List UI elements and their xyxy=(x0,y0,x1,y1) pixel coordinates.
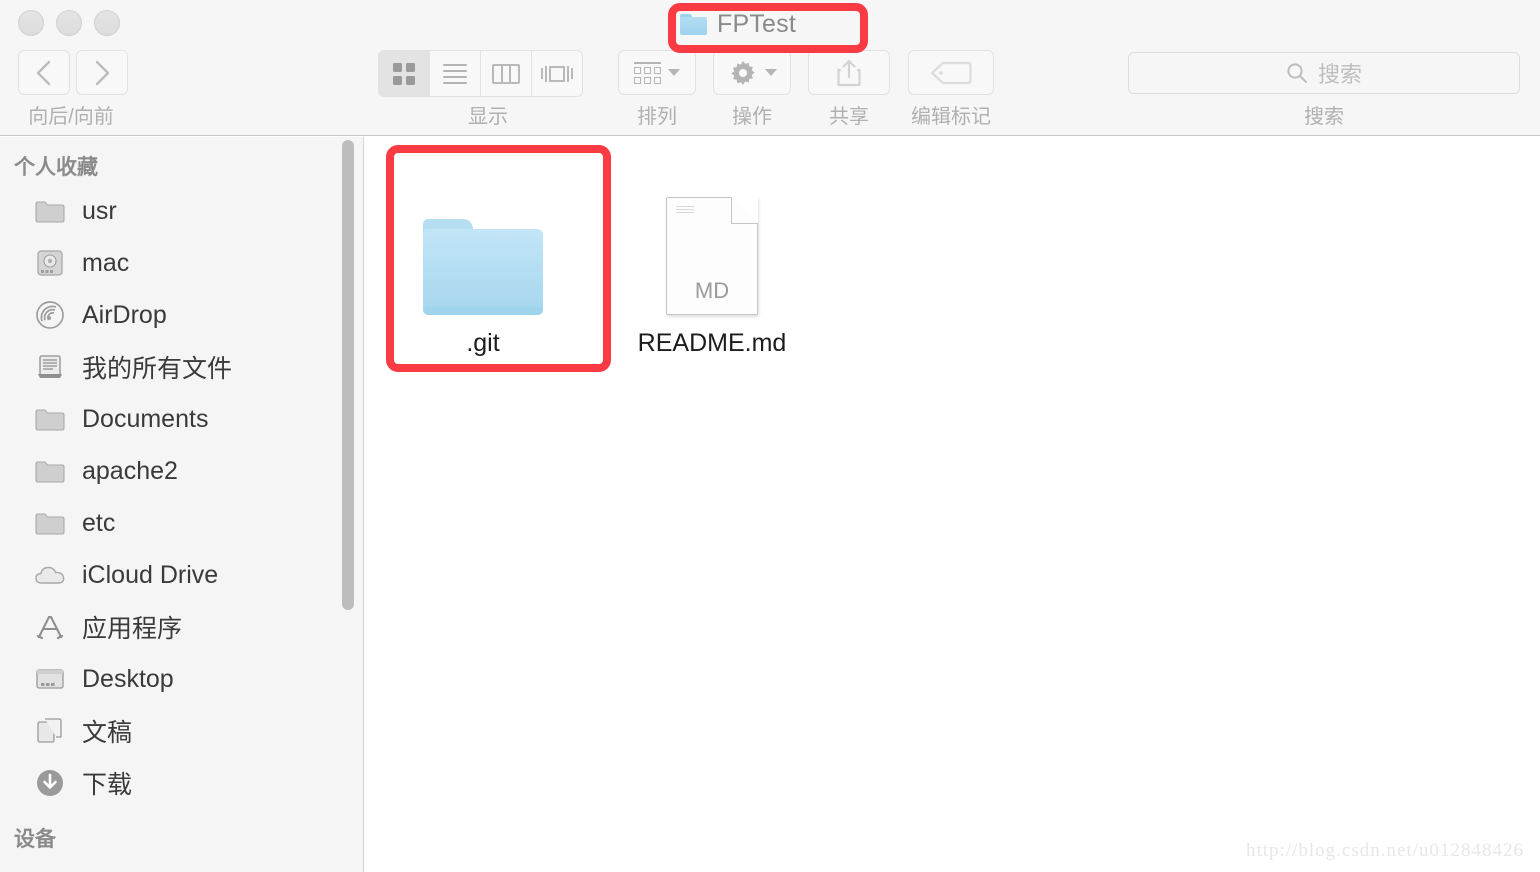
folder-icon xyxy=(34,508,66,538)
document-icon: MD xyxy=(666,197,758,315)
sidebar-item-mac[interactable]: mac xyxy=(0,237,363,289)
icon-view-button[interactable] xyxy=(379,51,430,96)
back-button[interactable] xyxy=(18,50,70,95)
search-placeholder: 搜索 xyxy=(1317,62,1362,87)
chevron-left-icon xyxy=(36,60,51,85)
arrange-caption: 排列 xyxy=(637,106,677,128)
cloud-icon xyxy=(34,560,66,590)
columns-icon xyxy=(492,63,520,84)
search-icon xyxy=(1287,63,1307,83)
folder-icon xyxy=(34,196,66,226)
file-extension-badge: MD xyxy=(694,278,730,303)
zoom-button[interactable] xyxy=(94,10,120,36)
sidebar-item-documents-cn[interactable]: 文稿 xyxy=(0,705,363,757)
window-controls xyxy=(18,10,120,36)
file-icon xyxy=(388,155,578,315)
sidebar-item-etc[interactable]: etc xyxy=(0,497,363,549)
page-title: FPTest xyxy=(717,9,796,38)
arrange-grid-icon xyxy=(634,61,661,84)
desktop-icon xyxy=(34,664,66,694)
sidebar-item-desktop[interactable]: Desktop xyxy=(0,653,363,705)
sidebar-item-label: etc xyxy=(82,508,116,537)
list-view-button[interactable] xyxy=(430,51,481,96)
coverflow-icon xyxy=(541,65,573,82)
share-button[interactable] xyxy=(808,50,890,95)
tags-caption: 编辑标记 xyxy=(911,106,991,128)
window-title: FPTest xyxy=(680,6,796,42)
chevron-right-icon xyxy=(95,60,110,85)
close-button[interactable] xyxy=(18,10,44,36)
search-input[interactable]: 搜索 xyxy=(1128,52,1520,94)
view-mode-group xyxy=(378,50,583,97)
view-caption: 显示 xyxy=(468,106,508,128)
nav-caption: 向后/向前 xyxy=(28,106,114,128)
sidebar-item-airdrop[interactable]: AirDrop xyxy=(0,289,363,341)
forward-button[interactable] xyxy=(76,50,128,95)
folder-icon xyxy=(34,456,66,486)
chevron-down-icon xyxy=(668,69,680,76)
sidebar-scrollbar[interactable] xyxy=(342,140,354,610)
chevron-down-icon xyxy=(764,69,777,76)
sidebar-item-label: usr xyxy=(82,196,117,225)
column-view-button[interactable] xyxy=(481,51,532,96)
sidebar-item-label: mac xyxy=(82,248,130,277)
file-grid: .git MD README.md xyxy=(365,137,1540,872)
sidebar-item-downloads[interactable]: 下载 xyxy=(0,757,363,809)
hard-drive-icon xyxy=(34,248,66,278)
downloads-icon xyxy=(34,768,66,798)
file-icon: MD xyxy=(617,155,807,315)
sidebar-item-label: 应用程序 xyxy=(82,615,183,643)
sidebar-item-applications[interactable]: 应用程序 xyxy=(0,601,363,653)
sidebar-section-favorites-header: 个人收藏 xyxy=(14,156,98,179)
sidebar-item-label: apache2 xyxy=(82,456,178,485)
sidebar-item-label: 下载 xyxy=(82,771,133,799)
sidebar-item-all-files[interactable]: 我的所有文件 xyxy=(0,341,363,393)
folder-icon xyxy=(423,219,543,315)
folder-icon xyxy=(34,404,66,434)
documents-icon xyxy=(34,716,66,746)
sidebar-item-icloud-drive[interactable]: iCloud Drive xyxy=(0,549,363,601)
applications-icon xyxy=(34,612,66,642)
grid-dots-icon xyxy=(393,62,415,85)
file-name: README.md xyxy=(637,329,787,357)
file-name: .git xyxy=(466,329,500,357)
sidebar-item-documents-en[interactable]: Documents xyxy=(0,393,363,445)
action-caption: 操作 xyxy=(732,106,772,128)
minimize-button[interactable] xyxy=(56,10,82,36)
tag-icon xyxy=(930,60,972,86)
sidebar-item-label: Desktop xyxy=(82,664,174,693)
share-upload-icon xyxy=(836,58,862,88)
list-lines-icon xyxy=(443,60,467,88)
sidebar-section-devices-header: 设备 xyxy=(14,828,56,851)
file-item-readme[interactable]: MD README.md xyxy=(617,155,807,358)
action-button[interactable] xyxy=(713,50,791,95)
airdrop-icon xyxy=(34,300,66,330)
sidebar: 个人收藏 usr mac AirDrop 我的所有文件 Documents ap… xyxy=(0,137,364,872)
coverflow-view-button[interactable] xyxy=(532,51,582,96)
search-caption: 搜索 xyxy=(1304,106,1344,128)
folder-icon xyxy=(680,13,707,35)
arrange-button[interactable] xyxy=(618,50,696,95)
finder-window: FPTest 向后/向前 显示 排列 操作 共享 编辑标记 搜索 搜索 个人收藏… xyxy=(0,0,1540,872)
sidebar-item-apache2[interactable]: apache2 xyxy=(0,445,363,497)
sidebar-item-label: iCloud Drive xyxy=(82,560,219,589)
gear-icon xyxy=(728,58,758,88)
navigation-buttons xyxy=(18,50,128,95)
watermark: http://blog.csdn.net/u012848426 xyxy=(1246,840,1524,861)
file-item-git[interactable]: .git xyxy=(388,155,578,358)
tags-button[interactable] xyxy=(908,50,994,95)
sidebar-item-usr[interactable]: usr xyxy=(0,185,363,237)
sidebar-item-label: AirDrop xyxy=(82,300,167,329)
share-caption: 共享 xyxy=(829,106,869,128)
sidebar-item-label: Documents xyxy=(82,404,209,433)
toolbar: FPTest 向后/向前 显示 排列 操作 共享 编辑标记 搜索 搜索 xyxy=(0,0,1540,136)
all-files-icon xyxy=(34,352,66,382)
sidebar-item-label: 我的所有文件 xyxy=(82,355,233,383)
sidebar-item-label: 文稿 xyxy=(82,719,133,747)
